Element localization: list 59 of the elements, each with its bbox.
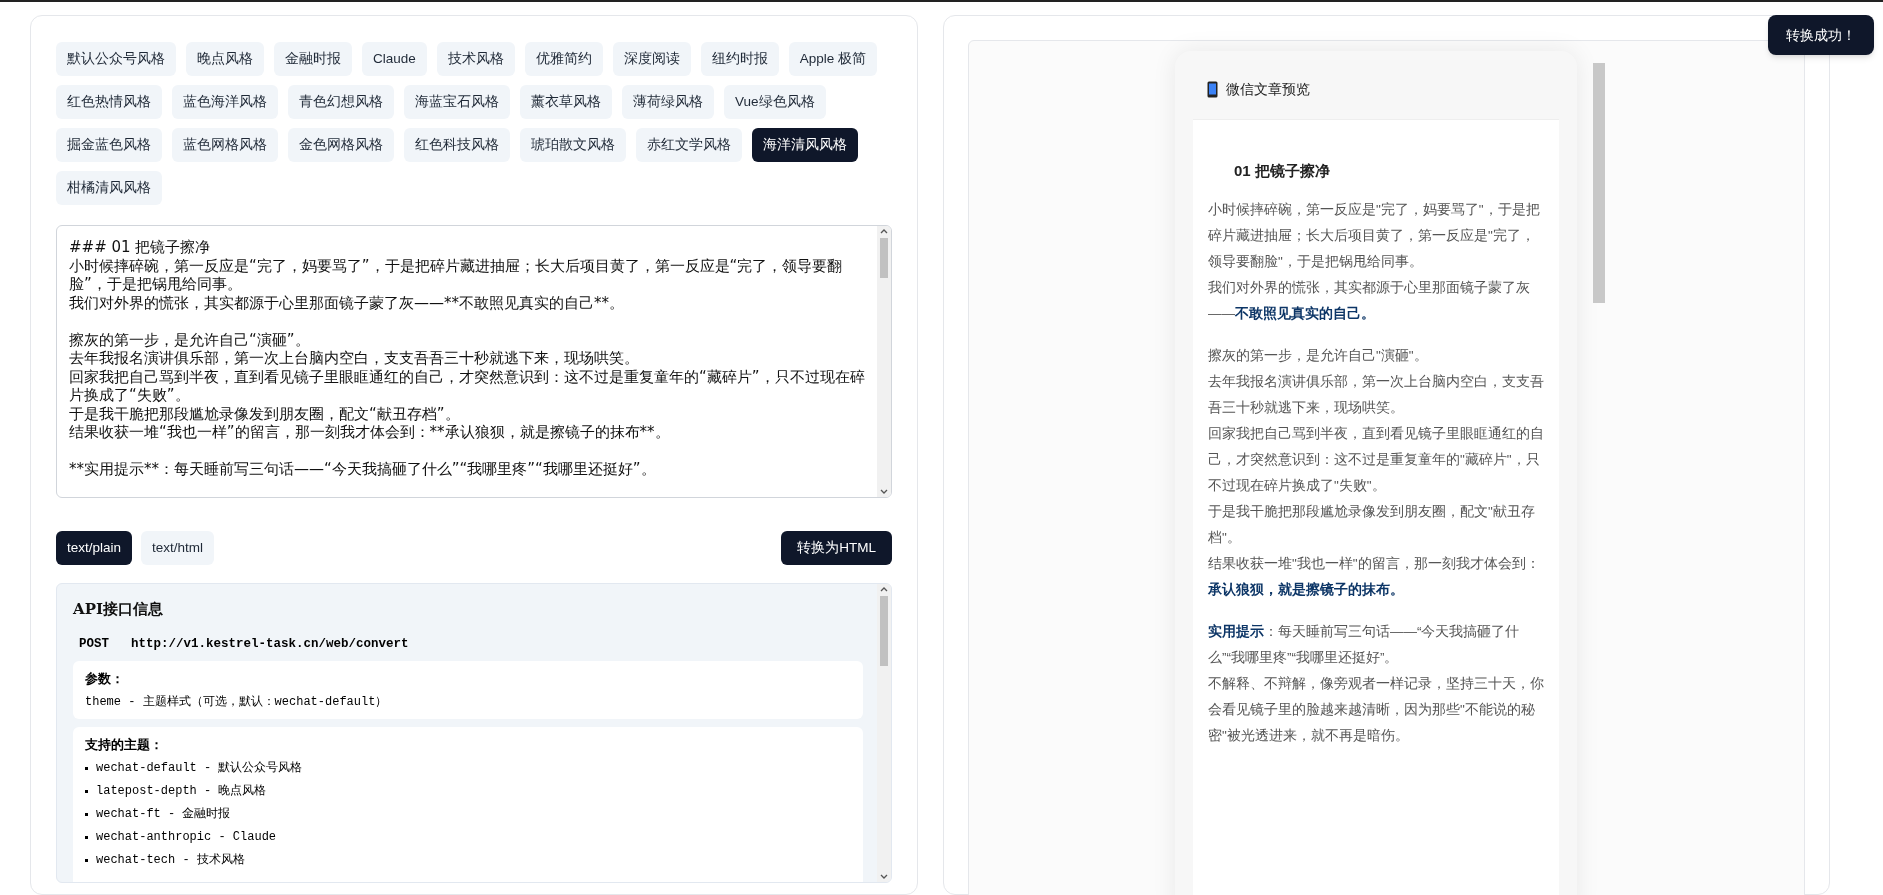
theme-button[interactable]: 掘金蓝色风格: [56, 128, 162, 162]
theme-button[interactable]: 柑橘清风风格: [56, 171, 162, 205]
editor-line: 擦灰的第一步，是允许自己“演砸”。: [69, 330, 311, 349]
preview-title: 微信文章预览: [1226, 79, 1310, 99]
theme-button[interactable]: 琥珀散文风格: [520, 128, 626, 162]
theme-button[interactable]: 薰衣草风格: [520, 85, 612, 119]
convert-button[interactable]: 转换为HTML: [781, 531, 892, 565]
article-heading: 01 把镜子擦净: [1233, 161, 1331, 181]
theme-button[interactable]: 青色幻想风格: [288, 85, 394, 119]
editor-line: 小时候摔碎碗，第一反应是“完了，妈要骂了”，于是把碎片藏进抽屉；长大后项目黄了，第一反应是“完了，领导要翻脸”，于是把锅甩给同事。: [69, 256, 844, 294]
editor-line: ### 01 把镜子擦净: [69, 238, 212, 257]
endpoint-url: http://v1.kestrel-task.cn/web/convert: [131, 635, 409, 653]
article-line: 回家我把自己骂到半夜，直到看见镜子里眼眶通红的自己，才突然意识到：这不过是重复童年的"藏碎片"，只不过现在碎片换成了"失败"。: [1208, 424, 1544, 495]
theme-button[interactable]: Apple 极简: [788, 42, 878, 76]
theme-list-item: wechat-tech - 技术风格: [96, 852, 245, 870]
theme-button[interactable]: 海蓝宝石风格: [404, 85, 510, 119]
editor-line: **实用提示**：每天睡前写三句话——“今天我搞砸了什么”“我哪里疼”“我哪里还挺好”。: [69, 460, 657, 479]
article-line: 于是我干脆把那段尴尬录像发到朋友圈，配文"献丑存档"。: [1208, 502, 1536, 547]
theme-button[interactable]: Vue绿色风格: [724, 85, 826, 119]
theme-button[interactable]: 蓝色网格风格: [172, 128, 278, 162]
editor-line: 于是我干脆把那段尴尬录像发到朋友圈，配文“献丑存档”。: [69, 404, 461, 423]
format-tab[interactable]: text/html: [141, 531, 215, 565]
theme-button[interactable]: 薄荷绿风格: [622, 85, 714, 119]
theme-button[interactable]: 晚点风格: [186, 42, 264, 76]
theme-list-item: latepost-depth - 晚点风格: [96, 783, 267, 801]
theme-button[interactable]: 深度阅读: [612, 42, 691, 76]
theme-button[interactable]: 纽约时报: [700, 42, 779, 76]
article-line: 去年我报名演讲俱乐部，第一次上台脑内空白，支支吾吾三十秒就逃下来，现场哄笑。: [1208, 372, 1544, 417]
theme-button[interactable]: 赤红文学风格: [636, 128, 742, 162]
article-line: 实用提示：每天睡前写三句话——“今天我搞砸了什么”“我哪里疼”“我哪里还挺好”。: [1208, 622, 1521, 667]
theme-button[interactable]: 优雅简约: [524, 42, 603, 76]
theme-list-item: wechat-anthropic - Claude: [96, 829, 277, 847]
article-line: 结果收获一堆"我也一样"的留言，那一刻我才体会到：承认狼狈，就是擦镜子的抹布。: [1208, 554, 1541, 599]
theme-button[interactable]: 红色科技风格: [404, 128, 510, 162]
theme-button[interactable]: Claude: [362, 42, 427, 76]
article-line: 小时候摔碎碗，第一反应是"完了，妈要骂了"，于是把碎片藏进抽屉；长大后项目黄了，第一反应是"完了，领导要翻脸"，于是把锅甩给同事。: [1208, 200, 1541, 271]
theme-button[interactable]: 默认公众号风格: [56, 42, 176, 76]
article-line: 我们对外界的慌张，其实都源于心里那面镜子蒙了灰——不敢照见真实的自己。: [1208, 278, 1531, 323]
theme-button[interactable]: 金色网格风格: [288, 128, 394, 162]
theme-list-item: wechat-default - 默认公众号风格: [96, 760, 303, 778]
success-toast: 转换成功！: [1768, 15, 1874, 55]
theme-button[interactable]: 金融时报: [274, 42, 352, 76]
api-title: API接口信息: [73, 599, 164, 620]
themes-title: 支持的主题：: [85, 735, 164, 754]
editor-line: 我们对外界的慌张，其实都源于心里那面镜子蒙了灰——**不敢照见真实的自己**。: [69, 293, 625, 312]
theme-button[interactable]: 技术风格: [436, 42, 515, 76]
editor-line: 回家我把自己骂到半夜，直到看见镜子里眼眶通红的自己，才突然意识到：这不过是重复童年的“藏碎片”，只不过现在碎片换成了“失败”。: [69, 367, 865, 405]
article-line: 不解释、不辩解，像旁观者一样记录，坚持三十天，你会看见镜子里的脸越来越清晰，因为那些"不能说的秘密"被光透进来，就不再是暗伤。: [1208, 674, 1544, 745]
article-line: 擦灰的第一步，是允许自己"演砸"。: [1208, 346, 1429, 365]
format-tab[interactable]: text/plain: [56, 531, 133, 565]
http-method: POST: [79, 635, 109, 653]
param-description: theme - 主题样式（可选，默认：wechat-default）: [85, 693, 389, 711]
editor-line: 去年我报名演讲俱乐部，第一次上台脑内空白，支支吾吾三十秒就逃下来，现场哄笑。: [69, 349, 640, 368]
theme-button[interactable]: 海洋清风风格: [752, 128, 858, 162]
theme-button[interactable]: 蓝色海洋风格: [172, 85, 278, 119]
params-title: 参数：: [85, 670, 125, 689]
theme-button[interactable]: 红色热情风格: [56, 85, 162, 119]
editor-line: 结果收获一堆“我也一样”的留言，那一刻我才体会到：**承认狼狈，就是擦镜子的抹布**。: [69, 423, 671, 442]
theme-list-item: wechat-ft - 金融时报: [96, 806, 231, 824]
